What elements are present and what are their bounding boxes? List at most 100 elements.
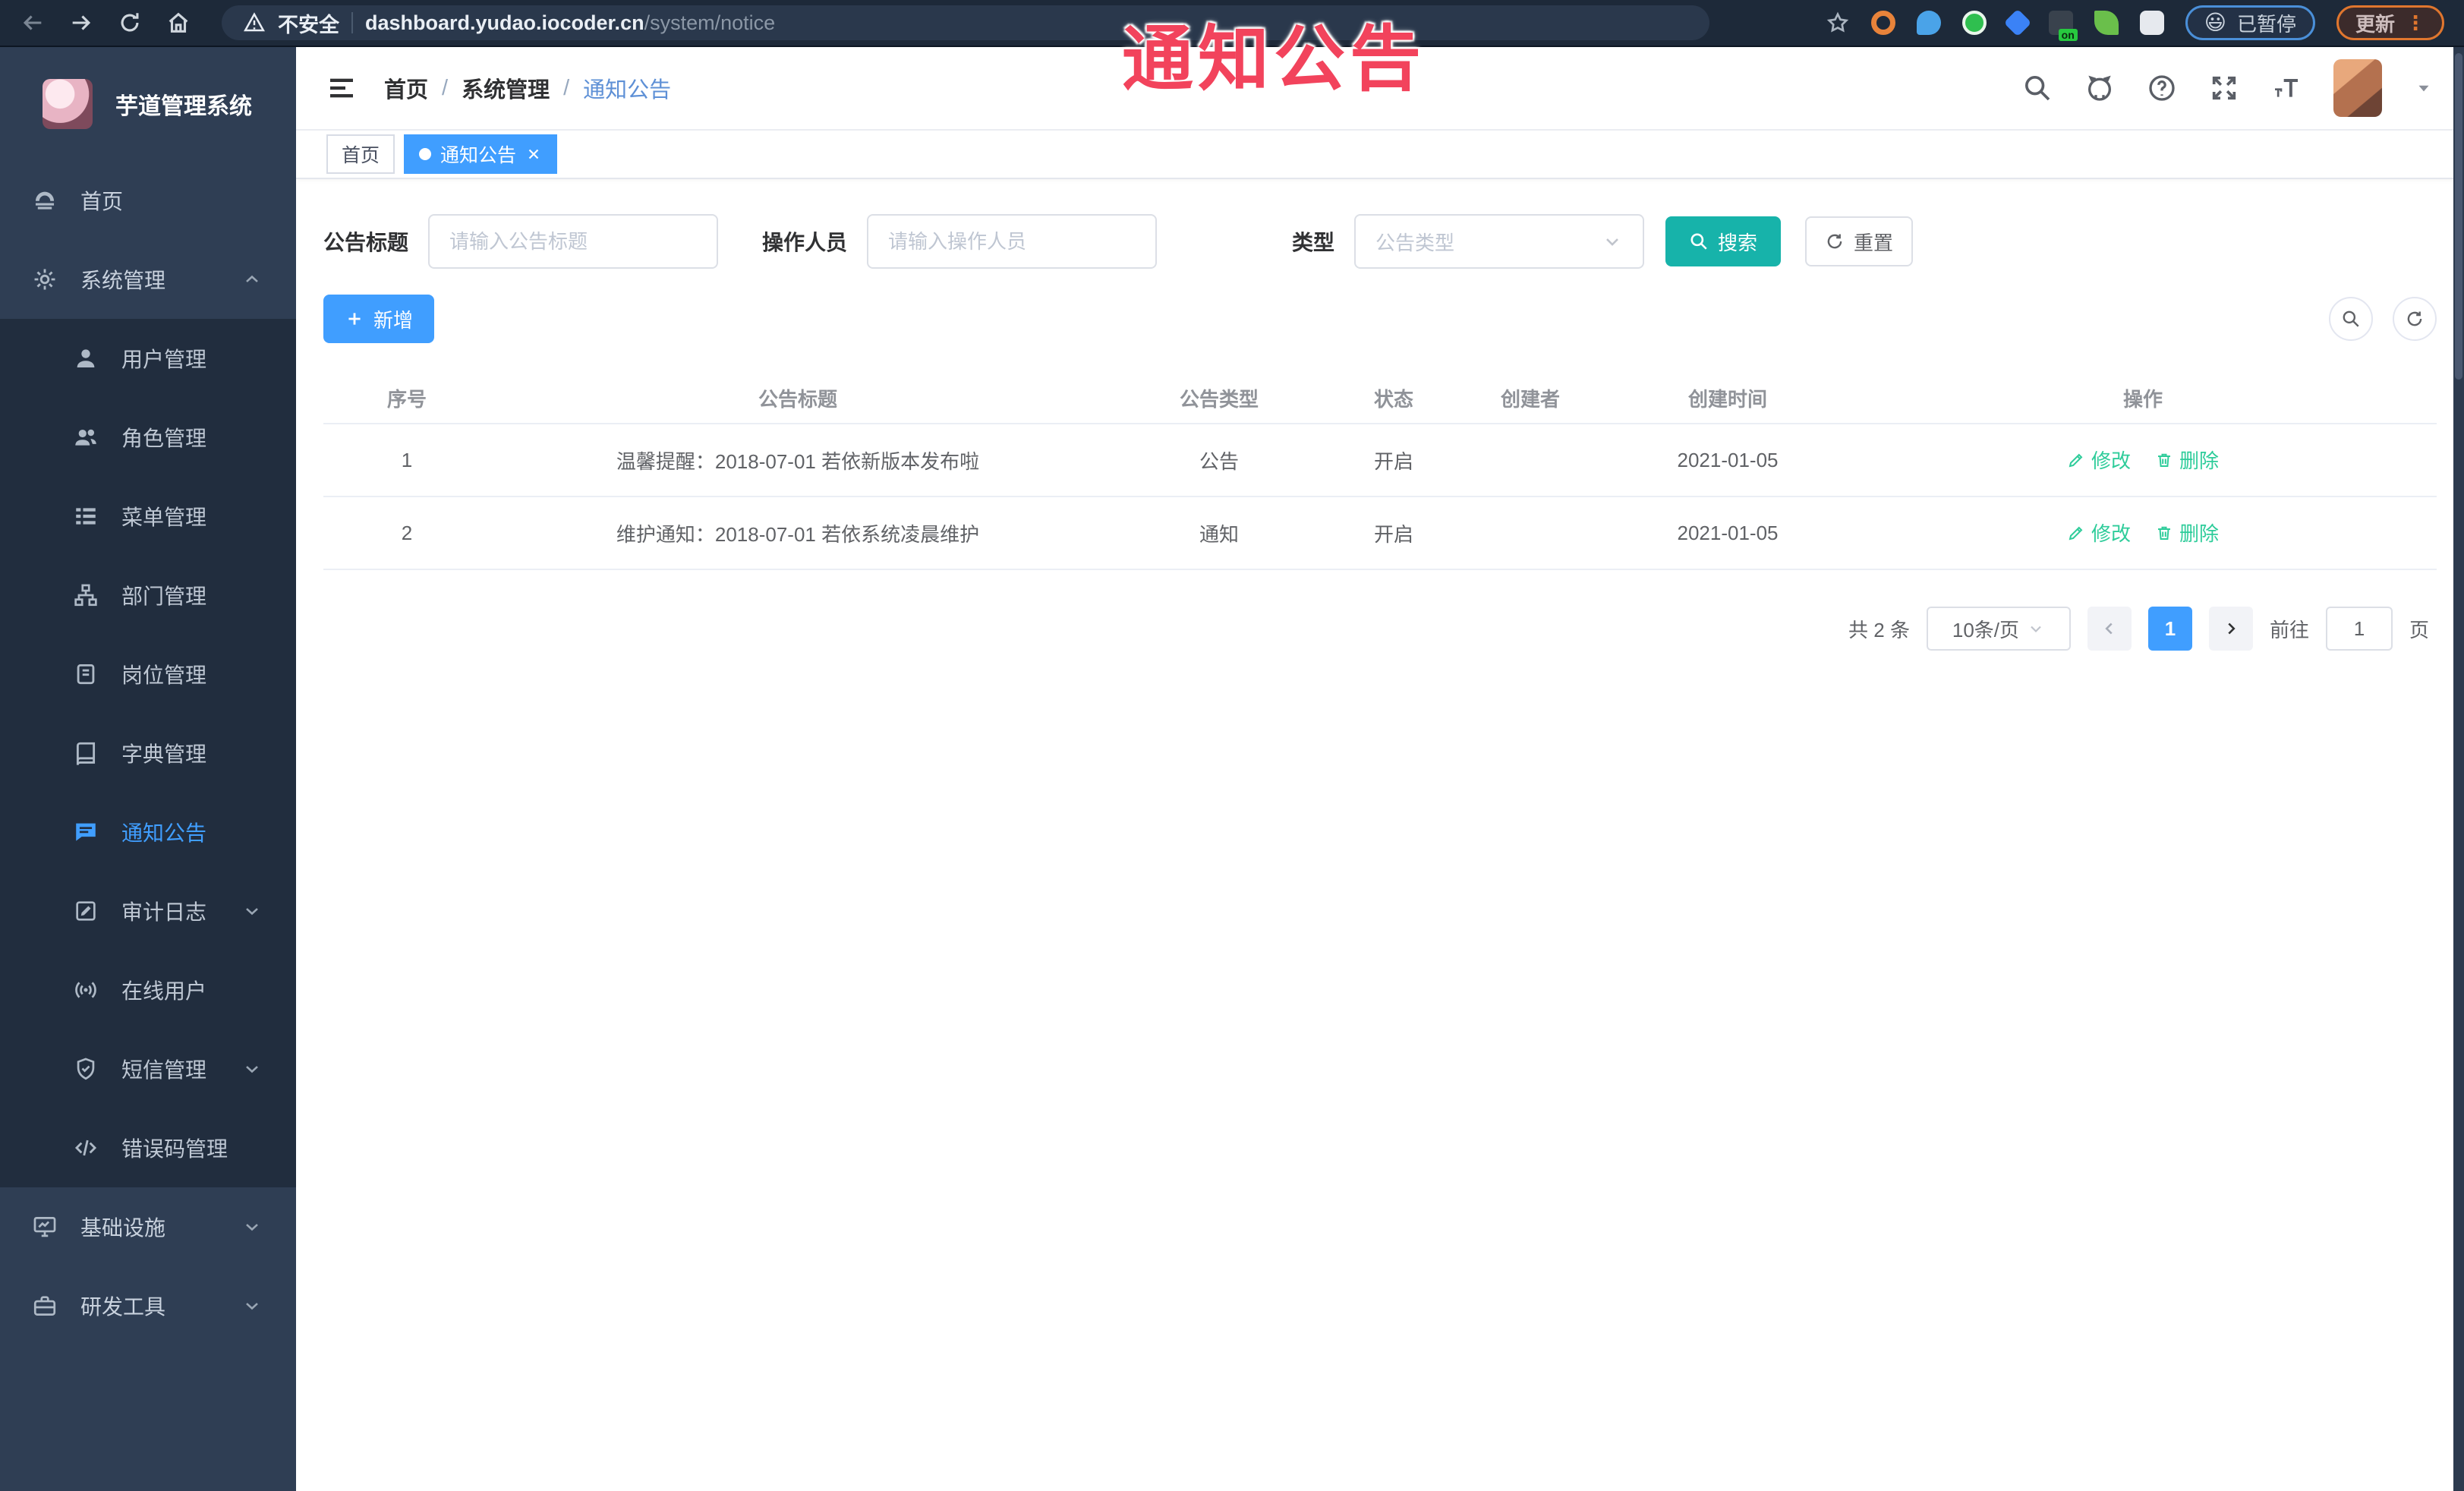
fullscreen-icon[interactable]	[2209, 73, 2239, 103]
dashboard-icon	[32, 188, 58, 213]
column-header: 序号	[323, 374, 490, 424]
scrollbar-thumb[interactable]	[2455, 53, 2462, 380]
delete-button[interactable]: 删除	[2155, 519, 2219, 547]
tag-notice-active[interactable]: 通知公告	[404, 134, 558, 174]
type-filter-select[interactable]: 公告类型	[1354, 214, 1645, 269]
search-button[interactable]: 搜索	[1665, 216, 1782, 266]
toggle-search-button[interactable]	[2329, 297, 2373, 341]
reset-button[interactable]: 重置	[1805, 216, 1914, 266]
sidebar-item-5[interactable]: 部门管理	[0, 556, 296, 635]
shield-icon	[73, 1056, 99, 1082]
sidebar-item-label: 菜单管理	[121, 506, 207, 529]
browser-home-icon[interactable]	[165, 10, 191, 36]
sidebar-item-label: 首页	[80, 190, 124, 213]
help-icon[interactable]	[2147, 73, 2177, 103]
extension-diamond-icon[interactable]	[2003, 8, 2032, 37]
table-cell: 2021-01-05	[1606, 496, 1849, 570]
refresh-table-button[interactable]	[2393, 297, 2437, 341]
active-tag-dot	[419, 148, 432, 160]
notice-table: 序号 公告标题 公告类型 状态 创建者 创建时间 操作 1 温馨提醒：2018-07-01 若…	[323, 374, 2437, 570]
sidebar-item-6[interactable]: 岗位管理	[0, 635, 296, 714]
update-button[interactable]: 更新 ⋮	[2336, 5, 2444, 40]
sidebar-item-label: 系统管理	[80, 269, 166, 292]
not-secure-warning-icon	[243, 11, 266, 34]
actions-cell: 修改 删除	[1849, 496, 2437, 570]
avatar-caret-down-icon[interactable]	[2414, 78, 2434, 98]
table-cell: 温馨提醒：2018-07-01 若依新版本发布啦	[490, 424, 1105, 497]
edit-button[interactable]: 修改	[2067, 446, 2131, 474]
sidebar-item-12[interactable]: 错误码管理	[0, 1108, 296, 1187]
search-icon[interactable]	[2022, 73, 2053, 103]
online-icon	[73, 977, 99, 1003]
sidebar-item-8[interactable]: 通知公告	[0, 793, 296, 872]
breadcrumb-system[interactable]: 系统管理	[462, 72, 550, 104]
sidebar-item-11[interactable]: 短信管理	[0, 1029, 296, 1108]
sidebar-collapse-icon[interactable]	[326, 73, 357, 103]
sidebar-item-9[interactable]: 审计日志	[0, 872, 296, 950]
search-icon	[2341, 309, 2361, 329]
sidebar-item-0[interactable]: 首页	[0, 161, 296, 240]
sidebar-item-label: 审计日志	[121, 900, 207, 924]
font-size-icon[interactable]	[2271, 73, 2302, 103]
chevron-left-icon	[2100, 619, 2119, 638]
add-button[interactable]: 新增	[323, 295, 434, 343]
url-text[interactable]: dashboard.yudao.iocoder.cn/system/notice	[365, 11, 775, 35]
tag-close-icon[interactable]	[525, 146, 542, 162]
update-label: 更新	[2355, 12, 2395, 36]
extension-drop-icon[interactable]	[1916, 11, 1941, 35]
sidebar-item-label: 基础设施	[80, 1216, 166, 1240]
extension-ring-icon[interactable]	[1870, 11, 1895, 35]
sidebar-item-1[interactable]: 系统管理	[0, 240, 296, 319]
address-bar[interactable]: 不安全 dashboard.yudao.iocoder.cn/system/no…	[222, 5, 1709, 40]
breadcrumb-home[interactable]: 首页	[384, 72, 428, 104]
sidebar-item-14[interactable]: 研发工具	[0, 1266, 296, 1345]
sidebar-item-2[interactable]: 用户管理	[0, 319, 296, 398]
extension-leaf-icon[interactable]	[2094, 11, 2119, 35]
extension-on-badge: on	[2058, 29, 2078, 41]
operator-filter-label: 操作人员	[762, 231, 848, 254]
next-page-button[interactable]	[2208, 607, 2253, 651]
goto-page-input[interactable]	[2325, 607, 2393, 651]
operator-filter-input[interactable]	[867, 214, 1158, 269]
sidebar-item-4[interactable]: 菜单管理	[0, 477, 296, 556]
browser-reload-icon[interactable]	[117, 10, 143, 36]
edit-button[interactable]: 修改	[2067, 519, 2131, 547]
sidebar-item-label: 错误码管理	[121, 1137, 228, 1161]
sidebar-item-13[interactable]: 基础设施	[0, 1187, 296, 1266]
browser-menu-dots-icon[interactable]: ⋮	[2406, 13, 2425, 33]
trash-icon	[2155, 451, 2173, 469]
browser-back-icon[interactable]	[20, 10, 46, 36]
security-chip-label[interactable]: 不安全	[278, 8, 339, 38]
extension-green-icon[interactable]	[1961, 11, 1987, 35]
sidebar-item-label: 短信管理	[121, 1058, 207, 1082]
user-avatar[interactable]	[2333, 59, 2382, 117]
toolbox-icon	[32, 1293, 58, 1319]
sidebar-item-10[interactable]: 在线用户	[0, 950, 296, 1029]
sidebar-item-7[interactable]: 字典管理	[0, 714, 296, 793]
title-filter-input[interactable]	[428, 214, 719, 269]
browser-forward-icon[interactable]	[68, 10, 94, 36]
github-icon[interactable]	[2084, 73, 2115, 103]
gear-icon	[32, 266, 58, 292]
prev-page-button[interactable]	[2087, 607, 2132, 651]
annotation-overlay-text: 通知公告	[1122, 19, 1426, 99]
tag-home[interactable]: 首页	[326, 134, 395, 174]
current-page-button[interactable]: 1	[2147, 607, 2192, 651]
extension-puzzle-icon[interactable]	[2139, 11, 2164, 35]
bookmark-star-icon[interactable]	[1826, 11, 1850, 35]
app-title: 芋道管理系统	[115, 94, 252, 119]
sidebar-item-label: 用户管理	[121, 348, 207, 371]
window-scrollbar[interactable]	[2453, 47, 2464, 1491]
sidebar-item-3[interactable]: 角色管理	[0, 398, 296, 477]
table-cell: 通知	[1105, 496, 1333, 570]
table-row: 2 维护通知：2018-07-01 若依系统凌晨维护 通知 开启 2021-01-05 修…	[323, 496, 2437, 570]
sidebar-item-label: 字典管理	[121, 742, 207, 766]
delete-button[interactable]: 删除	[2155, 446, 2219, 474]
chevron-down-icon	[2027, 619, 2045, 638]
page-size-select[interactable]: 10条/页	[1926, 607, 2071, 651]
paused-chip[interactable]: 😃 已暂停	[2185, 5, 2315, 40]
column-header: 公告类型	[1105, 374, 1333, 424]
extension-switch-icon[interactable]: on	[2048, 11, 2078, 41]
table-header-row: 序号 公告标题 公告类型 状态 创建者 创建时间 操作	[323, 374, 2437, 424]
app-logo-row[interactable]: 芋道管理系统	[0, 47, 296, 161]
